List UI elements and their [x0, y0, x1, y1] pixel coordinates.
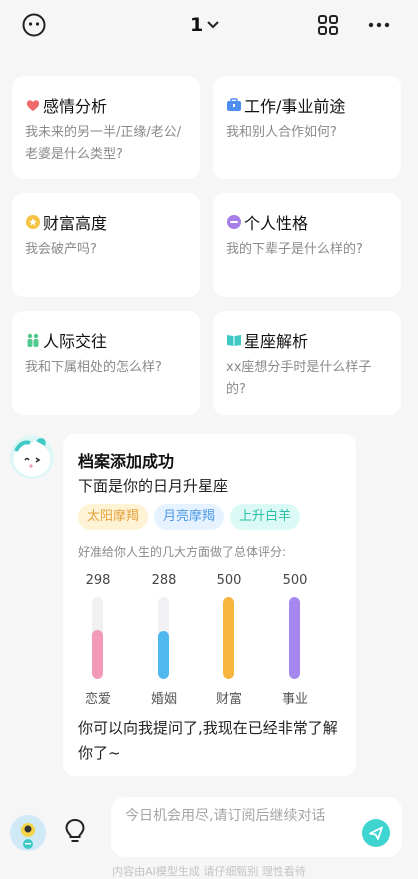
card-zodiac[interactable]: 星座解析 xx座想分手时是什么样子的? — [213, 311, 401, 415]
card-desc: 我的下辈子是什么样的? — [226, 242, 363, 257]
score-track — [158, 597, 169, 679]
chevron-down-icon — [207, 21, 219, 29]
card-desc: 我会破产吗? — [25, 242, 97, 257]
ai-disclaimer: 内容由AI模型生成 请仔细甄别 理性看待 — [112, 865, 306, 878]
score-fill — [289, 597, 300, 679]
score-track — [223, 597, 234, 679]
message-closing: 你可以向我提问了,我现在已经非常了解你了~ — [78, 719, 338, 762]
coin-icon — [26, 215, 40, 229]
score-bar-love: 298 恋爱 — [78, 573, 118, 707]
score-bar-marriage: 288 婚姻 — [144, 573, 184, 707]
face-icon[interactable] — [22, 13, 46, 37]
card-personality[interactable]: 个人性格 我的下辈子是什么样的? — [213, 193, 401, 297]
smile-icon — [227, 215, 241, 229]
grid-icon[interactable] — [318, 15, 338, 35]
book-icon — [227, 335, 241, 346]
score-bar-wealth: 500 财富 — [209, 573, 249, 707]
message-subtitle: 下面是你的日月升星座 — [78, 477, 229, 495]
sun-sign-tag[interactable]: 太阳摩羯 — [78, 504, 149, 530]
input-area: 今日机会用尽,请订阅后继续对话 内容由AI模型生成 请仔细甄别 理性看待 — [0, 787, 418, 878]
score-fill — [92, 630, 103, 679]
score-value: 500 — [216, 573, 242, 588]
more-icon[interactable] — [368, 15, 390, 35]
moon-sign-tag[interactable]: 月亮摩羯 — [154, 504, 225, 530]
card-desc: 我和下属相处的怎么样? — [25, 360, 162, 375]
card-desc: 我未来的另一半/正缘/老公/老婆是什么类型? — [25, 125, 182, 162]
briefcase-icon — [227, 98, 241, 111]
card-wealth[interactable]: 财富高度 我会破产吗? — [12, 193, 200, 297]
score-value: 298 — [85, 573, 111, 588]
card-title: 人际交往 — [43, 332, 108, 351]
bot-avatar — [10, 435, 54, 479]
score-bar-career: 500 事业 — [275, 573, 315, 707]
input-placeholder: 今日机会用尽,请订阅后继续对话 — [125, 808, 326, 824]
card-title: 感情分析 — [43, 97, 108, 116]
bot-message: 档案添加成功 下面是你的日月升星座 太阳摩羯 月亮摩羯 上升白羊 好准给你人生的… — [63, 434, 356, 776]
send-icon — [369, 826, 383, 840]
score-label: 恋爱 — [84, 692, 111, 707]
score-fill — [223, 597, 234, 679]
score-track — [92, 597, 103, 679]
card-career[interactable]: 工作/事业前途 我和别人合作如何? — [213, 76, 401, 179]
score-value: 500 — [282, 573, 308, 588]
session-title: 1 — [190, 14, 204, 36]
top-bar: 1 — [0, 0, 418, 52]
rising-sign-tag[interactable]: 上升白羊 — [230, 504, 301, 530]
score-value: 288 — [151, 573, 177, 588]
sign-tags: 太阳摩羯 月亮摩羯 上升白羊 — [78, 504, 301, 530]
card-desc: xx座想分手时是什么样子的? — [226, 360, 372, 397]
card-title: 个人性格 — [244, 214, 309, 233]
card-title: 工作/事业前途 — [244, 97, 346, 116]
session-switcher[interactable]: 1 — [190, 14, 219, 36]
score-label: 财富 — [215, 692, 242, 707]
lightbulb-icon[interactable] — [64, 818, 86, 844]
score-note: 好准给你人生的几大方面做了总体评分: — [78, 545, 287, 559]
message-title: 档案添加成功 — [78, 452, 175, 471]
score-label: 事业 — [281, 692, 308, 707]
card-desc: 我和别人合作如何? — [226, 125, 337, 140]
send-button[interactable] — [362, 819, 390, 847]
card-title: 星座解析 — [244, 332, 309, 351]
card-social[interactable]: 人际交往 我和下属相处的怎么样? — [12, 311, 200, 415]
card-emotion[interactable]: 感情分析 我未来的另一半/正缘/老公/老婆是什么类型? — [12, 76, 200, 179]
message-input[interactable]: 今日机会用尽,请订阅后继续对话 — [111, 797, 402, 857]
user-avatar[interactable] — [10, 815, 46, 851]
score-label: 婚姻 — [150, 692, 177, 707]
people-icon — [27, 333, 39, 347]
score-track — [289, 597, 300, 679]
card-title: 财富高度 — [43, 214, 108, 233]
heart-icon — [26, 100, 40, 111]
score-fill — [158, 631, 169, 679]
